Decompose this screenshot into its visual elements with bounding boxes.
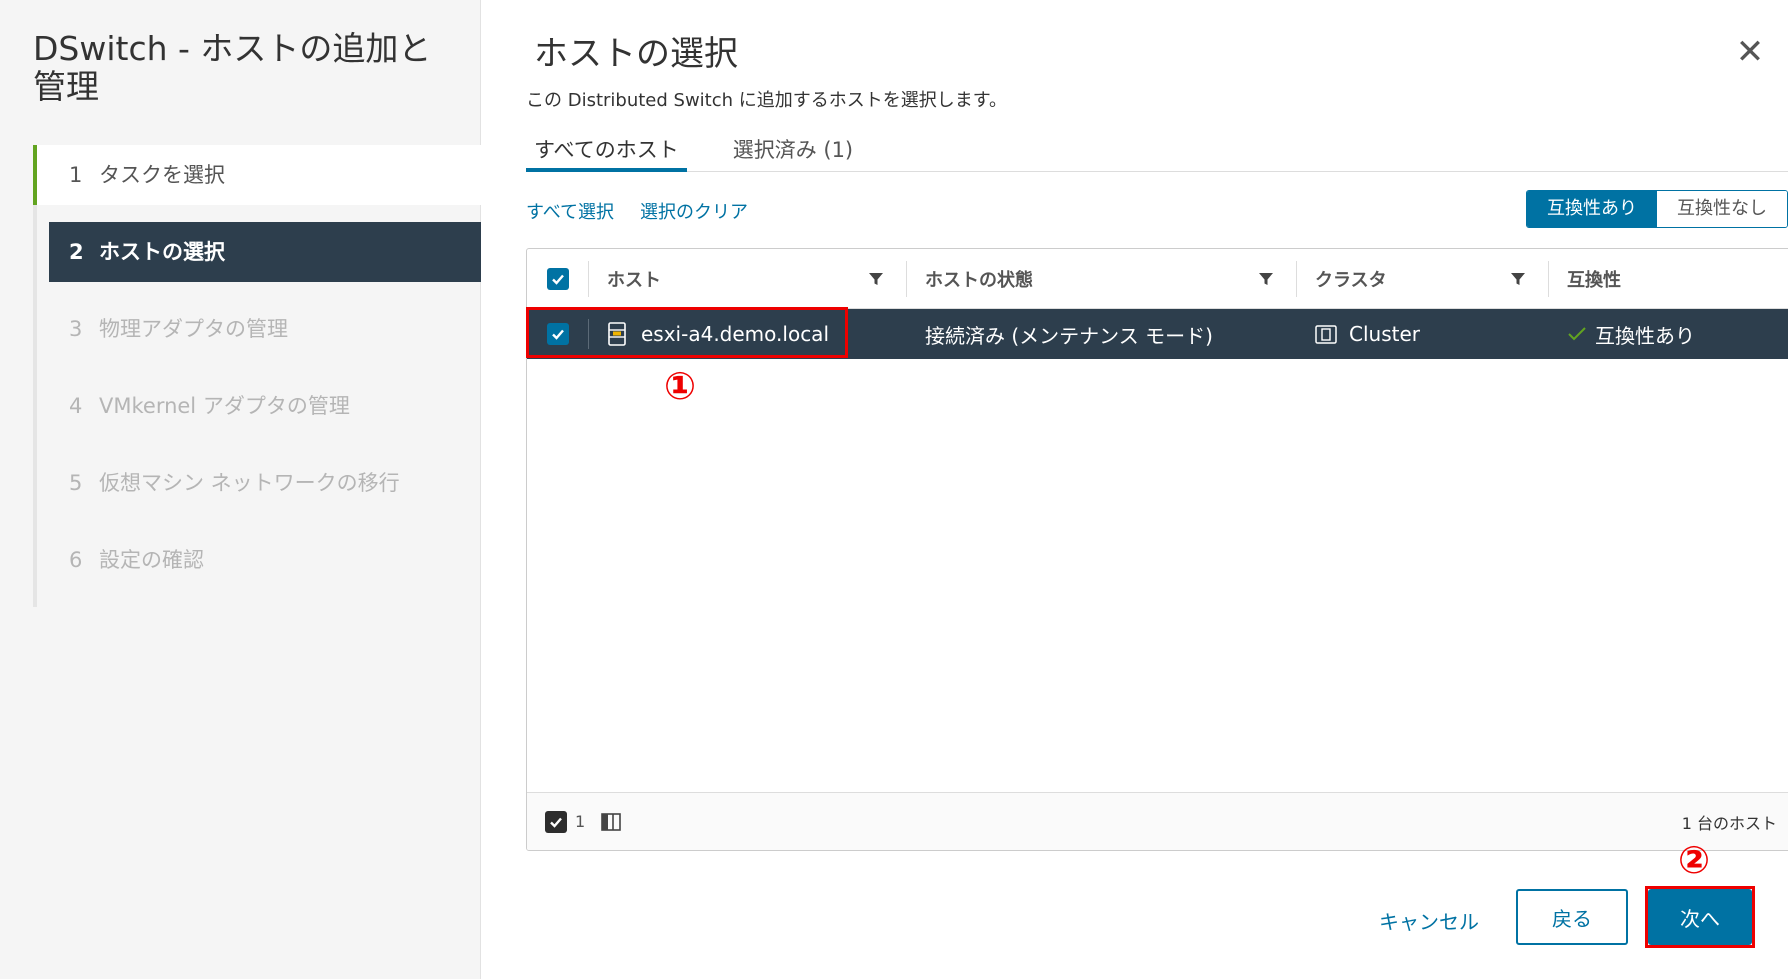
table-row[interactable]: esxi-a4.demo.local 接続済み (メンテナンス モード) Clu…: [527, 309, 1788, 359]
footer-selected-count: 1: [575, 812, 586, 831]
column-header-state[interactable]: ホストの状態: [907, 260, 1297, 297]
row-select-cell: [527, 319, 589, 349]
cancel-button[interactable]: キャンセル: [1379, 906, 1479, 935]
close-button[interactable]: ✕: [1730, 32, 1770, 72]
footer-total: 1 台のホスト: [1681, 813, 1777, 833]
cell-compatibility: 互換性あり: [1549, 309, 1788, 359]
column-header-host[interactable]: ホスト: [589, 260, 907, 297]
back-button[interactable]: 戻る: [1516, 889, 1628, 945]
tab-selected[interactable]: 選択済み (1): [725, 128, 861, 172]
grid-header: ホスト ホストの状態 クラスタ 互換性: [527, 249, 1788, 309]
step-label: 設定の確認: [99, 548, 204, 572]
column-header-cluster[interactable]: クラスタ: [1297, 260, 1549, 297]
column-header-label: 互換性: [1567, 269, 1621, 291]
column-toggle-icon[interactable]: [601, 812, 621, 831]
main-panel: ホストの選択 ✕ この Distributed Switch に追加するホストを…: [482, 0, 1788, 979]
cell-host: esxi-a4.demo.local: [589, 309, 907, 359]
cell-state: 接続済み (メンテナンス モード): [907, 309, 1297, 359]
wizard-steps: 1 タスクを選択 2 ホストの選択 3 物理アダプタの管理 4 VMkernel…: [33, 145, 481, 607]
checkmark-icon: [551, 274, 564, 285]
column-header-label: クラスタ: [1315, 269, 1387, 291]
footer-selection-checkbox[interactable]: [545, 810, 567, 833]
check-icon: [1568, 327, 1586, 341]
filter-icon[interactable]: [1510, 271, 1526, 287]
step-label: 仮想マシン ネットワークの移行: [99, 471, 400, 495]
host-tabs: すべてのホスト 選択済み (1): [526, 128, 1788, 172]
toggle-incompatible[interactable]: 互換性なし: [1657, 191, 1787, 227]
cluster-name: Cluster: [1349, 322, 1420, 346]
annotation-marker-two: ②: [1678, 838, 1711, 882]
step-label: タスクを選択: [99, 163, 225, 187]
step-label: ホストの選択: [99, 240, 225, 264]
hosts-grid: ホスト ホストの状態 クラスタ 互換性 esxi-a4.demo.local 接…: [526, 248, 1788, 851]
compatibility-status: 互換性あり: [1595, 323, 1695, 348]
step-select-hosts[interactable]: 2 ホストの選択: [49, 222, 481, 282]
step-label: 物理アダプタの管理: [99, 317, 288, 341]
step-manage-vmkernel-adapters: 4 VMkernel アダプタの管理: [37, 376, 481, 436]
cluster-icon: [1315, 325, 1337, 344]
checkmark-icon: [550, 817, 562, 828]
select-all-link[interactable]: すべて選択: [526, 198, 614, 224]
toggle-compatible[interactable]: 互換性あり: [1527, 191, 1657, 227]
step-number: 2: [69, 240, 84, 264]
step-number: 4: [69, 394, 83, 418]
filter-icon[interactable]: [868, 271, 884, 287]
row-checkbox[interactable]: [546, 323, 569, 345]
wizard-sidebar: DSwitch - ホストの追加と管理 1 タスクを選択 2 ホストの選択 3 …: [0, 0, 481, 979]
step-ready-to-complete: 6 設定の確認: [37, 530, 481, 590]
step-migrate-vm-networking: 5 仮想マシン ネットワークの移行: [37, 453, 481, 513]
filter-icon[interactable]: [1258, 271, 1274, 287]
page-description: この Distributed Switch に追加するホストを選択します。: [526, 90, 1007, 111]
close-icon: ✕: [1735, 33, 1765, 71]
page-title: ホストの選択: [534, 34, 738, 74]
wizard-title: DSwitch - ホストの追加と管理: [33, 29, 432, 106]
step-number: 1: [69, 163, 83, 187]
column-header-label: ホストの状態: [925, 269, 1033, 291]
next-button[interactable]: 次へ: [1648, 889, 1752, 945]
cell-cluster: Cluster: [1297, 309, 1549, 359]
step-select-task[interactable]: 1 タスクを選択: [33, 145, 481, 205]
annotation-marker-one: ①: [664, 364, 697, 408]
host-server-icon: [608, 322, 626, 346]
clear-selection-link[interactable]: 選択のクリア: [640, 198, 748, 224]
column-header-compatibility[interactable]: 互換性: [1549, 249, 1788, 308]
host-name: esxi-a4.demo.local: [641, 322, 829, 346]
tab-all-hosts[interactable]: すべてのホスト: [526, 128, 687, 172]
step-label: VMkernel アダプタの管理: [99, 394, 350, 418]
compatibility-toggle: 互換性あり 互換性なし: [1526, 190, 1788, 228]
column-header-label: ホスト: [607, 269, 661, 291]
step-manage-physical-adapters: 3 物理アダプタの管理: [37, 299, 481, 359]
step-number: 6: [69, 548, 83, 572]
select-all-checkbox[interactable]: [546, 267, 569, 290]
host-state: 接続済み (メンテナンス モード): [925, 323, 1213, 348]
checkmark-icon: [551, 329, 564, 340]
header-select-cell: [527, 260, 589, 297]
step-number: 3: [69, 317, 83, 341]
grid-footer: 1 1 台のホスト: [527, 792, 1788, 850]
step-number: 5: [69, 471, 83, 495]
